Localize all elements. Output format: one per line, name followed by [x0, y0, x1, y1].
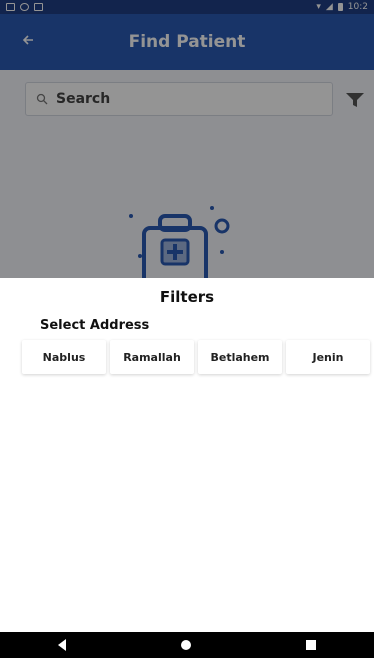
nav-recents-icon[interactable] — [306, 640, 317, 650]
address-option-ramallah[interactable]: Ramallah — [110, 340, 194, 374]
select-address-label: Select Address — [40, 318, 150, 333]
system-nav-bar — [0, 632, 374, 658]
address-option-betlahem[interactable]: Betlahem — [198, 340, 282, 374]
nav-back-icon[interactable] — [57, 639, 66, 651]
filters-bottom-sheet: Filters Select Address Nablus Ramallah B… — [0, 278, 374, 632]
address-option-nablus[interactable]: Nablus — [22, 340, 106, 374]
address-options: Nablus Ramallah Betlahem Jenin — [22, 340, 370, 374]
filters-title: Filters — [159, 288, 215, 306]
nav-home-icon[interactable] — [180, 640, 191, 650]
modal-scrim[interactable] — [0, 0, 374, 278]
address-option-jenin[interactable]: Jenin — [286, 340, 370, 374]
